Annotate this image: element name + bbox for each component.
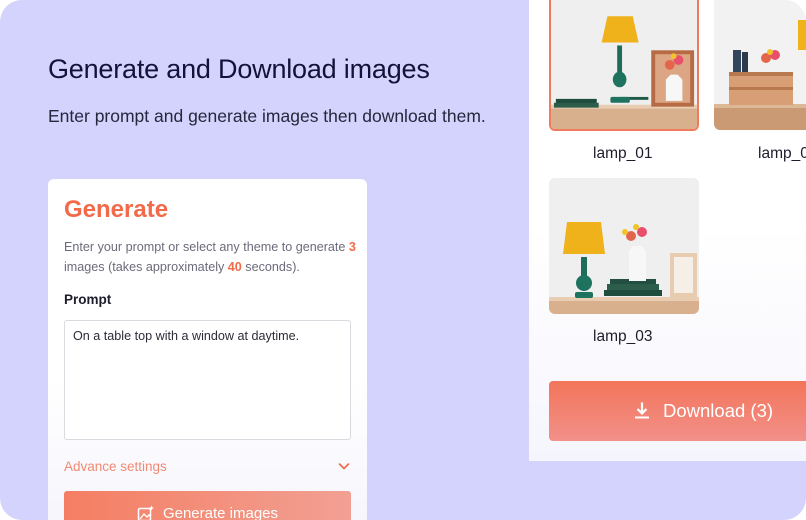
generate-description: Enter your prompt or select any theme to… (64, 237, 359, 277)
prompt-input[interactable]: On a table top with a window at daytime. (64, 320, 351, 440)
generate-button-label: Generate images (162, 505, 279, 520)
magic-image-icon (137, 505, 154, 520)
generate-images-button[interactable]: Generate images (64, 491, 351, 520)
image-thumbnail-1[interactable] (549, 0, 699, 131)
description-text: images (takes approximately (64, 260, 228, 274)
description-text: seconds). (241, 260, 300, 274)
lamp-image (551, 0, 697, 129)
generate-card: Generate Enter your prompt or select any… (48, 179, 367, 520)
advance-settings-toggle[interactable]: Advance settings (64, 456, 351, 476)
download-button-label: Download (3) (663, 400, 774, 421)
download-button[interactable]: Download (3) (549, 381, 806, 441)
lamp-image (549, 178, 699, 314)
image-label-2: lamp_02 (758, 145, 806, 162)
description-text: Enter your prompt or select any theme to… (64, 240, 349, 254)
page-subtitle: Enter prompt and generate images then do… (48, 106, 486, 126)
image-thumbnail-3[interactable] (549, 178, 699, 314)
advance-settings-label: Advance settings (64, 458, 167, 474)
generate-card-title: Generate (64, 196, 169, 223)
lamp-image (714, 0, 806, 130)
image-thumbnail-2[interactable] (714, 0, 806, 130)
download-icon (635, 402, 649, 419)
chevron-down-icon (338, 463, 350, 470)
page-title: Generate and Download images (48, 54, 430, 84)
page-background: Generate and Download images Enter promp… (0, 0, 806, 520)
results-panel: lamp_01 lamp_02 (529, 0, 806, 461)
image-count: 3 (348, 240, 356, 254)
image-label-1: lamp_01 (593, 145, 653, 162)
prompt-label: Prompt (64, 292, 112, 307)
seconds-count: 40 (227, 260, 242, 274)
image-label-3: lamp_03 (593, 328, 653, 345)
